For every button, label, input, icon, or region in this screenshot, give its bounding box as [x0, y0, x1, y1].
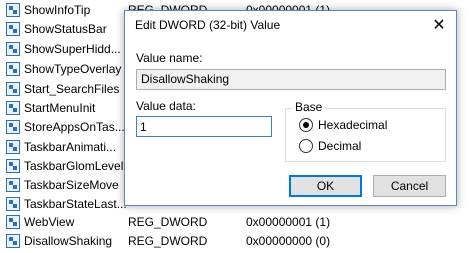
- registry-row-name: ShowInfoTip: [24, 3, 91, 17]
- dialog-titlebar[interactable]: Edit DWORD (32-bit) Value ✕: [125, 11, 456, 41]
- reg-binary-icon: [6, 178, 20, 192]
- reg-binary-icon: [6, 215, 20, 229]
- registry-row-type: REG_DWORD: [128, 234, 208, 248]
- base-label: Base: [292, 100, 326, 114]
- reg-binary-icon: [6, 101, 20, 115]
- value-data-input[interactable]: [136, 116, 272, 137]
- registry-row-name: ShowStatusBar: [24, 22, 107, 36]
- reg-binary-icon: [6, 62, 20, 76]
- hexadecimal-label[interactable]: Hexadecimal: [318, 118, 387, 132]
- reg-binary-icon: [6, 3, 20, 17]
- registry-row-name: WebView: [24, 215, 75, 229]
- reg-binary-icon: [6, 159, 20, 173]
- dialog-title: Edit DWORD (32-bit) Value: [135, 18, 281, 32]
- registry-row-name: StoreAppsOnTas...: [24, 120, 125, 134]
- reg-binary-icon: [6, 42, 20, 56]
- registry-row-data: 0x00000001 (1): [246, 215, 331, 229]
- value-name-field: DisallowShaking: [136, 69, 446, 90]
- value-name-label: Value name:: [136, 51, 203, 65]
- registry-row[interactable]: DisallowShaking REG_DWORD 0x00000000 (0): [0, 232, 470, 251]
- registry-row[interactable]: WebView REG_DWORD 0x00000001 (1): [0, 213, 470, 232]
- reg-binary-icon: [6, 82, 20, 96]
- registry-row-name: ShowTypeOverlay: [24, 62, 122, 76]
- value-data-label: Value data:: [136, 99, 196, 113]
- registry-row-name: TaskbarGlomLevel: [24, 159, 124, 173]
- reg-binary-icon: [6, 140, 20, 154]
- decimal-radio[interactable]: [299, 139, 313, 153]
- reg-binary-icon: [6, 22, 20, 36]
- registry-row-data: 0x00000000 (0): [246, 234, 331, 248]
- registry-row-name: StartMenuInit: [24, 101, 96, 115]
- cancel-button[interactable]: Cancel: [373, 175, 446, 197]
- ok-button[interactable]: OK: [289, 175, 362, 197]
- registry-row-name: TaskbarAnimati...: [24, 140, 117, 154]
- edit-dword-dialog: Edit DWORD (32-bit) Value ✕ Value name: …: [124, 10, 457, 206]
- hexadecimal-radio[interactable]: [299, 118, 313, 132]
- reg-binary-icon: [6, 197, 20, 211]
- reg-binary-icon: [6, 234, 20, 248]
- registry-row-name: ShowSuperHidd...: [24, 42, 121, 56]
- base-groupbox: [285, 108, 446, 162]
- registry-row-name: Start_SearchFiles: [24, 82, 120, 96]
- reg-binary-icon: [6, 120, 20, 134]
- decimal-label[interactable]: Decimal: [318, 139, 361, 153]
- registry-row-type: REG_DWORD: [128, 215, 208, 229]
- registry-row-name: TaskbarStateLast...: [24, 197, 127, 211]
- close-icon[interactable]: ✕: [422, 11, 456, 41]
- registry-row-name: DisallowShaking: [24, 234, 113, 248]
- registry-row-name: TaskbarSizeMove: [24, 178, 119, 192]
